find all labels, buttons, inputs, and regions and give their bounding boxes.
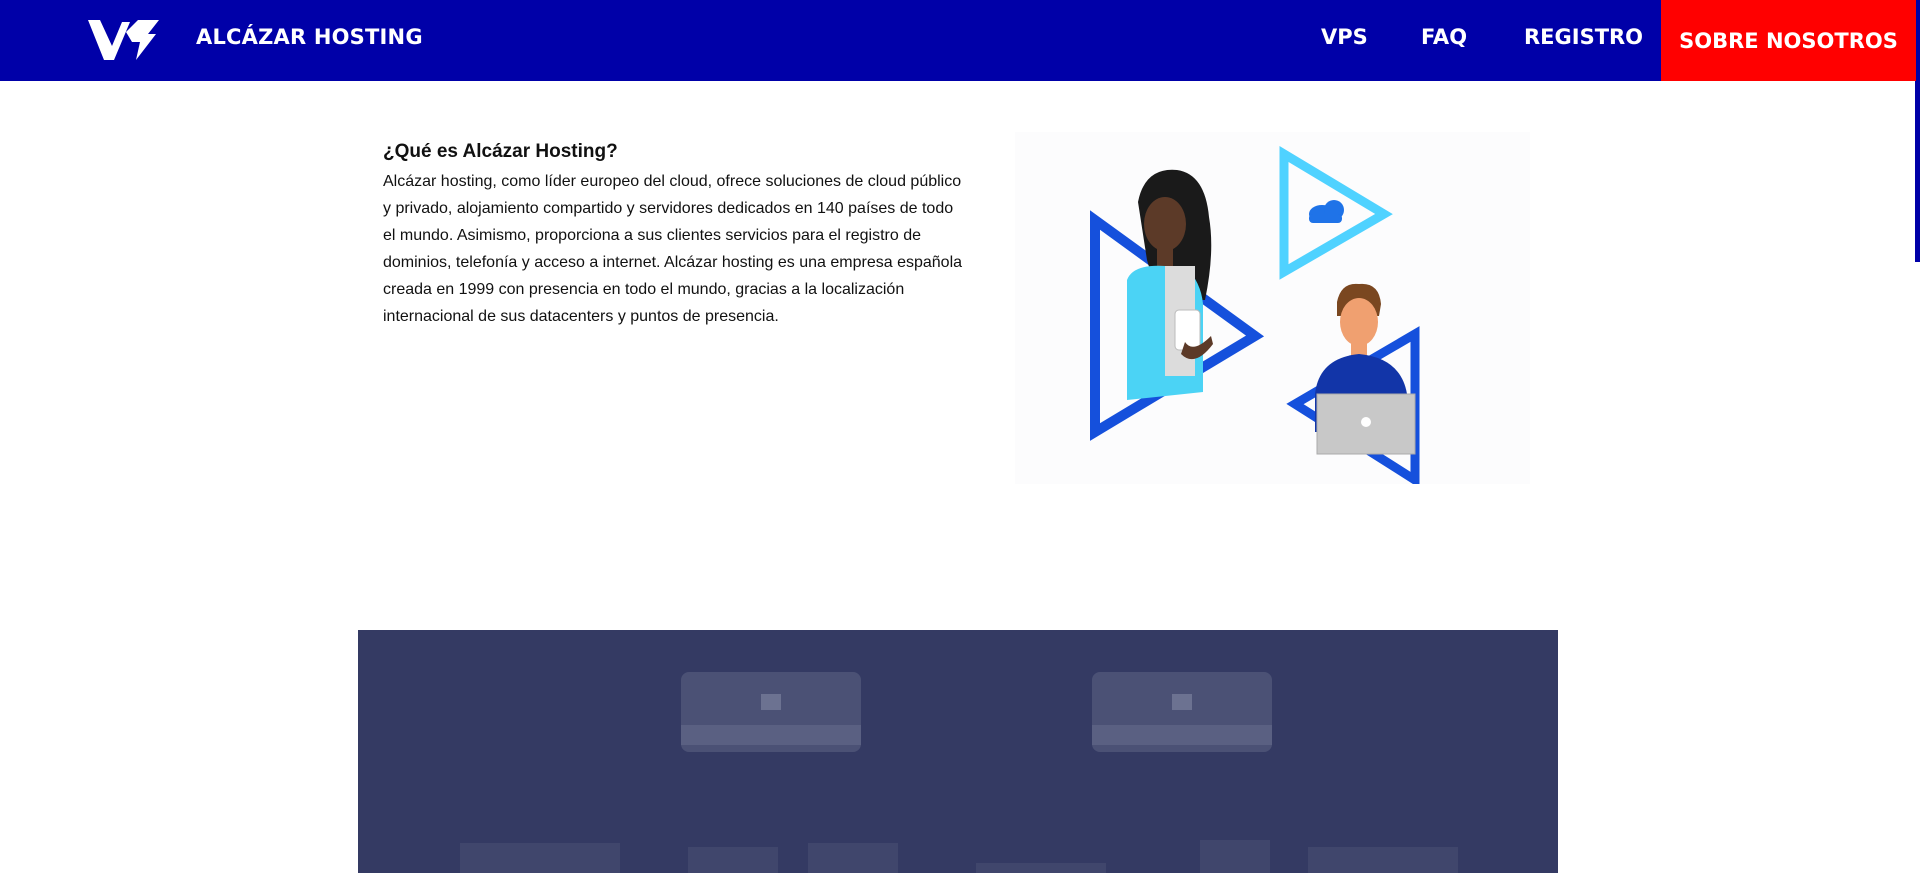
- top-navbar: ALCÁZAR HOSTING VPS FAQ REGISTRO SOBRE N…: [0, 0, 1920, 81]
- servers-banner: [358, 630, 1558, 873]
- nav-registro[interactable]: REGISTRO: [1524, 25, 1643, 49]
- brand-name[interactable]: ALCÁZAR HOSTING: [196, 25, 423, 49]
- nav-sobre-nosotros[interactable]: SOBRE NOSOTROS: [1661, 0, 1916, 81]
- about-section: ¿Qué es Alcázar Hosting? Alcázar hosting…: [383, 141, 963, 330]
- about-body: Alcázar hosting, como líder europeo del …: [383, 173, 963, 325]
- cloud-team-illustration: [1015, 132, 1530, 484]
- nav-faq[interactable]: FAQ: [1421, 25, 1467, 49]
- about-title: ¿Qué es Alcázar Hosting?: [383, 141, 618, 162]
- scrollbar[interactable]: [1915, 81, 1920, 262]
- logo-icon[interactable]: [86, 16, 161, 62]
- server-room-illustration: [460, 672, 1458, 873]
- nav-vps[interactable]: VPS: [1321, 25, 1368, 49]
- nav-sobre-nosotros-label: SOBRE NOSOTROS: [1679, 28, 1898, 53]
- woman-figure: [1127, 169, 1213, 400]
